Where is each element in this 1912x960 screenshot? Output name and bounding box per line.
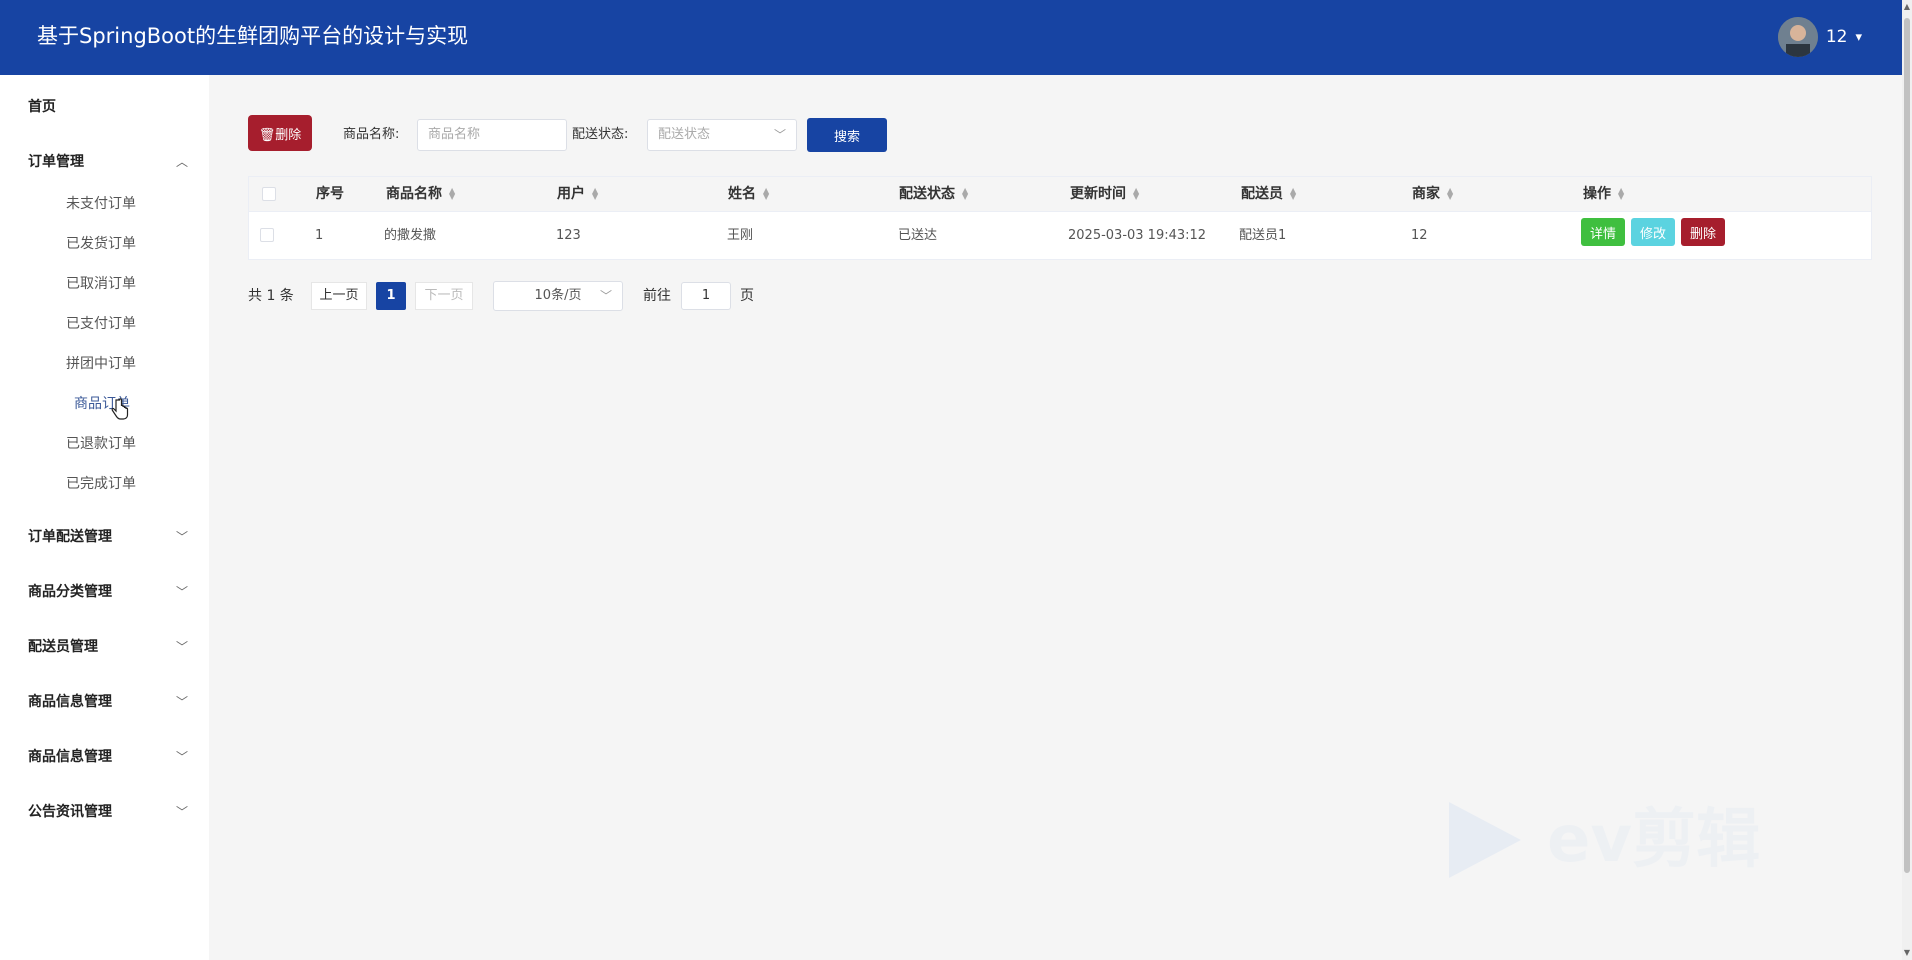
page-number-current[interactable]: 1 <box>376 282 406 310</box>
cell-no: 1 <box>315 228 324 243</box>
chevron-down-icon: ﹀ <box>175 530 188 544</box>
cell-user: 123 <box>556 228 581 243</box>
detail-button[interactable]: 详情 <box>1581 218 1625 246</box>
chevron-down-icon: ﹀ <box>175 695 188 709</box>
sidebar-group-category[interactable]: 商品分类管理 ﹀ <box>28 582 188 602</box>
chevron-down-icon: ﹀ <box>175 750 188 764</box>
sidebar-item-unpaid[interactable]: 未支付订单 <box>66 194 136 214</box>
sort-icon: ▲ ▼ <box>1618 186 1625 201</box>
sidebar-item-paid[interactable]: 已支付订单 <box>66 314 136 334</box>
table-header: 序号 商品名称 ▲ ▼ 用户 ▲ ▼ 姓名 ▲ ▼ 配送状态 ▲ ▼ 更新时间 ▲ ▼ 配送员 ▲ ▼ … <box>249 177 1871 212</box>
col-merchant[interactable]: 商家 ▲ ▼ <box>1412 185 1453 203</box>
chevron-down-icon[interactable]: ▾ <box>1855 30 1862 45</box>
chevron-up-icon: ︿ <box>175 155 188 169</box>
page-size-select[interactable]: 10条/页 ﹀ <box>493 281 623 311</box>
username[interactable]: 12 <box>1826 27 1848 47</box>
chevron-down-icon: ﹀ <box>773 128 786 142</box>
sort-icon: ▲ ▼ <box>449 186 456 201</box>
sidebar-group-courier[interactable]: 配送员管理 ﹀ <box>28 637 188 657</box>
chevron-down-icon: ﹀ <box>175 805 188 819</box>
product-name-input[interactable]: 商品名称 <box>417 119 567 151</box>
top-header: 基于SpringBoot的生鲜团购平台的设计与实现 12 ▾ <box>0 0 1902 75</box>
cell-merchant: 12 <box>1411 228 1428 243</box>
sidebar-group-product-info-2[interactable]: 商品信息管理 ﹀ <box>28 747 188 767</box>
cell-courier: 配送员1 <box>1239 228 1287 243</box>
product-name-label: 商品名称: <box>343 127 400 142</box>
sort-icon: ▲ ▼ <box>1290 186 1297 201</box>
sidebar-item-shipped[interactable]: 已发货订单 <box>66 234 136 254</box>
sort-icon: ▲ ▼ <box>1447 186 1454 201</box>
cell-status: 已送达 <box>898 228 938 243</box>
sidebar-item-completed[interactable]: 已完成订单 <box>66 474 136 494</box>
col-user[interactable]: 用户 ▲ ▼ <box>557 185 598 203</box>
sort-icon: ▲ ▼ <box>763 186 770 201</box>
col-actions[interactable]: 操作 ▲ ▼ <box>1583 185 1624 203</box>
play-logo-icon <box>1449 802 1521 878</box>
chevron-down-icon: ﹀ <box>175 585 188 599</box>
goto-label: 前往 <box>643 288 671 304</box>
scrollbar-thumb[interactable] <box>1904 18 1910 873</box>
sidebar: 首页 订单管理 ︿ 未支付订单 已发货订单 已取消订单 已支付订单 拼团中订单 … <box>0 75 209 960</box>
page-scrollbar[interactable]: ▲ ▼ <box>1902 0 1912 960</box>
delivery-status-select[interactable]: 配送状态 ﹀ <box>647 119 797 151</box>
sidebar-group-product-info-1[interactable]: 商品信息管理 ﹀ <box>28 692 188 712</box>
scroll-up-icon[interactable]: ▲ <box>1902 2 1912 12</box>
search-button[interactable]: 搜索 <box>807 118 887 152</box>
col-updated-time[interactable]: 更新时间 ▲ ▼ <box>1070 185 1139 203</box>
hand-cursor-icon <box>111 398 129 420</box>
cell-updated-time: 2025-03-03 19:43:12 <box>1068 228 1207 243</box>
select-all-checkbox[interactable] <box>262 187 276 201</box>
cell-realname: 王刚 <box>727 228 754 243</box>
prev-page-button[interactable]: 上一页 <box>311 282 367 310</box>
scroll-down-icon[interactable]: ▼ <box>1902 948 1912 958</box>
sidebar-item-home[interactable]: 首页 <box>28 97 188 117</box>
col-no: 序号 <box>316 186 344 202</box>
trash-icon: 🗑 <box>258 127 276 143</box>
col-status[interactable]: 配送状态 ▲ ▼ <box>899 185 968 203</box>
sidebar-group-announcement[interactable]: 公告资讯管理 ﹀ <box>28 802 188 822</box>
video-watermark: ev剪辑 <box>1447 800 1807 880</box>
row-checkbox[interactable] <box>260 228 274 242</box>
orders-table: 序号 商品名称 ▲ ▼ 用户 ▲ ▼ 姓名 ▲ ▼ 配送状态 ▲ ▼ 更新时间 ▲ ▼ 配送员 ▲ ▼ … <box>248 176 1872 260</box>
col-realname[interactable]: 姓名 ▲ ▼ <box>728 185 769 203</box>
goto-page-input[interactable]: 1 <box>681 282 731 310</box>
next-page-button[interactable]: 下一页 <box>415 282 473 310</box>
cell-product-name: 的撒发撒 <box>384 228 437 243</box>
col-courier[interactable]: 配送员 ▲ ▼ <box>1241 185 1296 203</box>
delete-button[interactable]: 删除 <box>1681 218 1725 246</box>
sidebar-item-cancelled[interactable]: 已取消订单 <box>66 274 136 294</box>
avatar[interactable] <box>1777 17 1818 57</box>
user-menu[interactable]: 12 ▾ <box>1777 17 1862 57</box>
pagination-total: 共 1 条 <box>248 288 294 304</box>
bulk-delete-button[interactable]: 🗑删除 <box>248 115 312 151</box>
page-title: 基于SpringBoot的生鲜团购平台的设计与实现 <box>37 24 469 48</box>
sidebar-item-group-buying[interactable]: 拼团中订单 <box>66 354 136 374</box>
chevron-down-icon: ﹀ <box>175 640 188 654</box>
sidebar-group-order-mgmt[interactable]: 订单管理 ︿ <box>28 152 188 172</box>
sidebar-item-refunded[interactable]: 已退款订单 <box>66 434 136 454</box>
col-product-name[interactable]: 商品名称 ▲ ▼ <box>386 185 455 203</box>
chevron-down-icon: ﹀ <box>599 289 612 303</box>
page-suffix-label: 页 <box>740 288 754 304</box>
edit-button[interactable]: 修改 <box>1631 218 1675 246</box>
delivery-status-label: 配送状态: <box>572 127 629 142</box>
sidebar-group-delivery[interactable]: 订单配送管理 ﹀ <box>28 527 188 547</box>
sort-icon: ▲ ▼ <box>962 186 969 201</box>
sort-icon: ▲ ▼ <box>1133 186 1140 201</box>
sort-icon: ▲ ▼ <box>592 186 599 201</box>
